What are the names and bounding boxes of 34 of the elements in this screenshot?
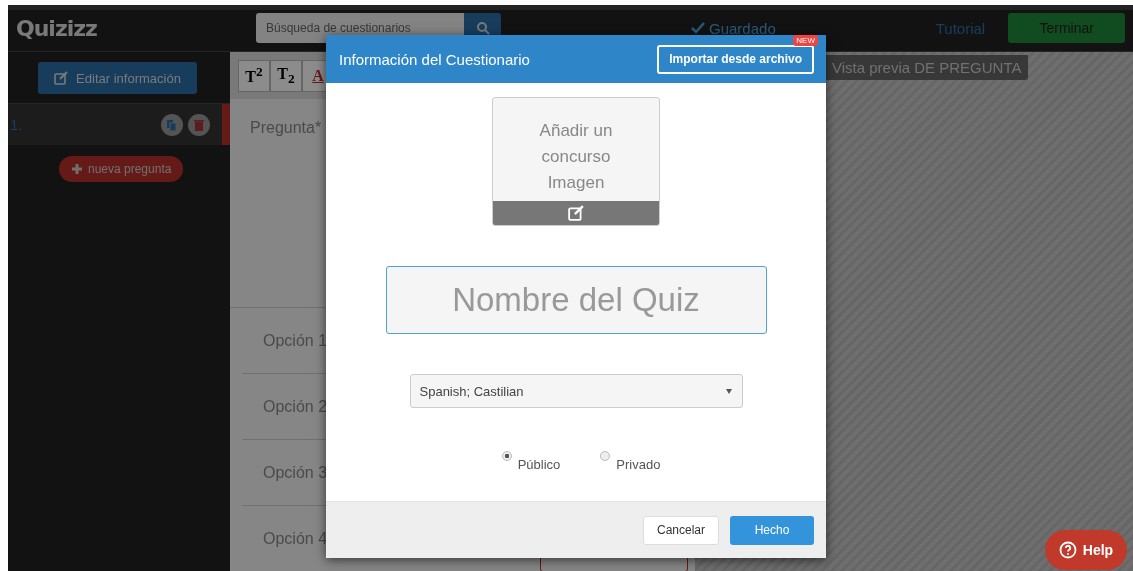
trash-icon [188, 113, 210, 136]
dropdown-arrow-icon [725, 388, 732, 394]
preview-label: Vista previa DE PREGUNTA [826, 55, 1028, 80]
quiz-name-field[interactable]: Nombre del Quiz [385, 266, 767, 334]
new-question-button[interactable]: nueva pregunta [59, 156, 184, 182]
search-icon [475, 21, 490, 35]
done-button[interactable]: Hecho [730, 515, 814, 545]
edit-icon [54, 71, 69, 85]
duplicate-icon [161, 113, 183, 136]
radio-button[interactable] [501, 451, 512, 461]
plus-icon [71, 163, 83, 175]
saved-status: Guardado [709, 19, 776, 37]
radio-button[interactable] [600, 451, 611, 461]
edit-info-button[interactable]: Editar información [38, 62, 197, 94]
help-icon [1058, 541, 1077, 559]
dialog-title: Información del Cuestionario [339, 50, 530, 68]
question-label: Pregunta* [250, 119, 322, 138]
import-button[interactable]: Importar desde archivo [657, 44, 814, 74]
question-number: 1. [10, 116, 23, 133]
help-button[interactable]: Help [1045, 530, 1127, 570]
check-icon [691, 22, 705, 34]
format-button[interactable]: T$^{2}$ [238, 59, 270, 92]
logo[interactable]: Quizizz [16, 15, 256, 41]
language-select[interactable]: Spanish; Castilian [409, 374, 743, 408]
option-label: Opción 4 [263, 529, 328, 548]
new-badge: NEW [793, 34, 818, 46]
cancel-button[interactable]: Cancelar [643, 515, 719, 545]
radio-option[interactable]: Público [501, 451, 561, 472]
image-upload[interactable]: Añadir un concurso Imagen [492, 97, 660, 226]
radio-option[interactable]: Privado [600, 451, 661, 472]
image-placeholder-text: Añadir un concurso Imagen [538, 120, 614, 194]
format-button[interactable]: T$_{2}$ [270, 59, 302, 92]
image-edit-bar[interactable] [493, 201, 659, 225]
edit-icon [568, 205, 584, 221]
